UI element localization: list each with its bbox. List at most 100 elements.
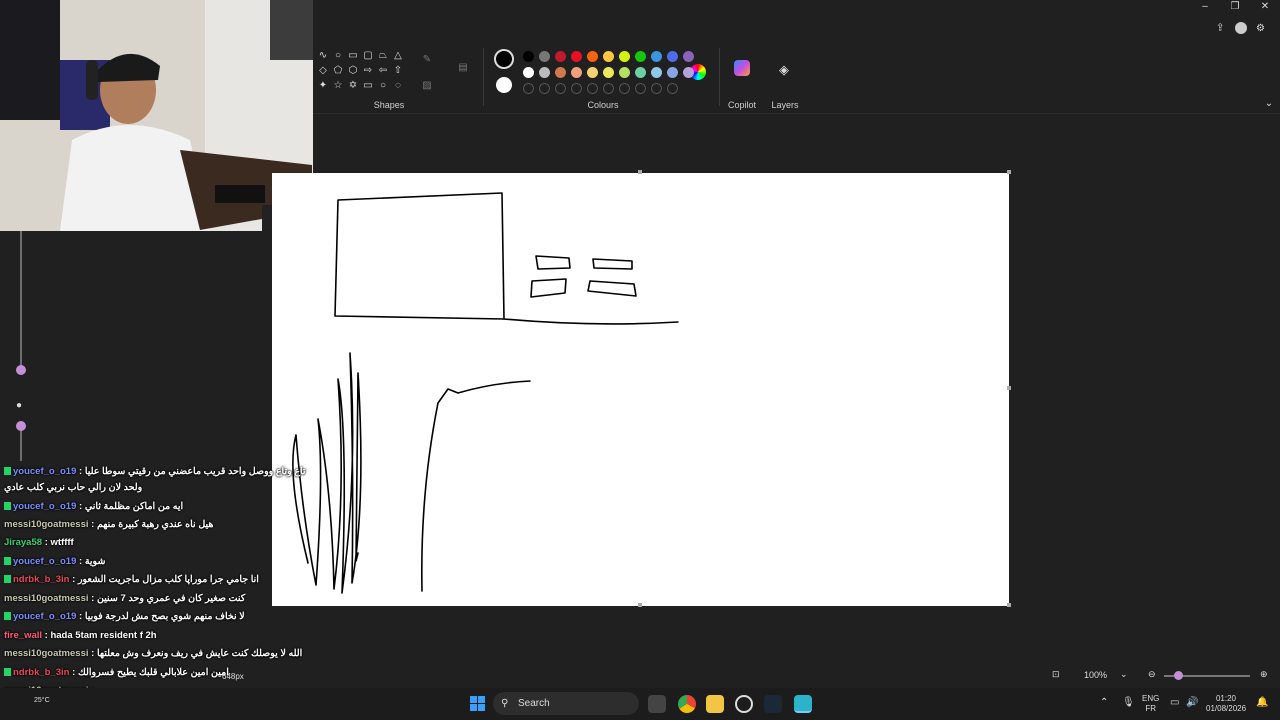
fill-icon[interactable]: ▨ <box>421 80 433 92</box>
steam-icon[interactable] <box>764 695 782 713</box>
zoom-level[interactable]: 100% <box>1084 670 1107 680</box>
search-input[interactable]: ⚲ Search <box>493 692 639 715</box>
slider-thumb[interactable] <box>16 365 26 375</box>
obs-icon[interactable] <box>735 695 753 713</box>
microphone-icon[interactable]: 🎙 <box>1122 697 1135 708</box>
custom-color-slot[interactable] <box>635 83 646 94</box>
oval-shape-icon[interactable]: ○ <box>332 50 344 62</box>
star5-shape-icon[interactable]: ☆ <box>332 80 344 92</box>
callout-rect-shape-icon[interactable]: ▭ <box>362 80 374 92</box>
diamond-shape-icon[interactable]: ◇ <box>317 65 329 77</box>
copilot-icon[interactable] <box>734 60 750 76</box>
custom-color-slot[interactable] <box>587 83 598 94</box>
chat-username[interactable]: messi10goatmessi <box>4 648 91 659</box>
expand-ribbon-icon[interactable]: ⌄ <box>1263 98 1275 110</box>
paint-taskbar-icon[interactable] <box>794 695 812 713</box>
zoom-out-icon[interactable]: ⊖ <box>1148 669 1156 680</box>
language-indicator[interactable]: ENG FR <box>1142 694 1159 714</box>
hexagon-shape-icon[interactable]: ⬡ <box>347 65 359 77</box>
color-swatch[interactable] <box>667 67 678 78</box>
resize-handle[interactable] <box>1007 386 1011 390</box>
custom-color-slot[interactable] <box>603 83 614 94</box>
callout-oval-shape-icon[interactable]: ○ <box>377 80 389 92</box>
chat-username[interactable]: fire_wall <box>4 630 45 641</box>
custom-color-slot[interactable] <box>539 83 550 94</box>
color-swatch[interactable] <box>555 51 566 62</box>
polygon-shape-icon[interactable]: ⏢ <box>377 50 389 62</box>
pentagon-shape-icon[interactable]: ⬠ <box>332 65 344 77</box>
secondary-color-swatch[interactable] <box>496 77 512 93</box>
shapes-gallery[interactable]: ∿ ○ ▭ ▢ ⏢ △ ◇ ⬠ ⬡ ⇨ ⇦ ⇧ ✦ ☆ ✡ ▭ ○ ◌ <box>317 50 403 96</box>
color-swatch[interactable] <box>587 51 598 62</box>
color-swatch[interactable] <box>651 67 662 78</box>
color-swatch[interactable] <box>539 67 550 78</box>
layers-icon[interactable]: ◈ <box>778 63 790 76</box>
color-swatch[interactable] <box>587 67 598 78</box>
color-swatch[interactable] <box>619 51 630 62</box>
color-swatch[interactable] <box>683 51 694 62</box>
chat-username[interactable]: youcef_o_o19 <box>13 611 79 622</box>
color-swatch[interactable] <box>651 51 662 62</box>
restore-icon[interactable]: ❐ <box>1220 0 1250 14</box>
star6-shape-icon[interactable]: ✡ <box>347 80 359 92</box>
start-icon[interactable] <box>470 696 485 711</box>
close-icon[interactable]: ✕ <box>1250 0 1280 14</box>
color-swatch[interactable] <box>571 67 582 78</box>
arrow-right-shape-icon[interactable]: ⇨ <box>362 65 374 77</box>
triangle-shape-icon[interactable]: △ <box>392 50 404 62</box>
chat-username[interactable]: youcef_o_o19 <box>13 501 79 512</box>
opacity-thumb[interactable] <box>16 421 26 431</box>
color-swatch[interactable] <box>571 51 582 62</box>
custom-color-slot[interactable] <box>523 83 534 94</box>
star4-shape-icon[interactable]: ✦ <box>317 80 329 92</box>
resize-handle[interactable] <box>638 603 642 607</box>
chat-username[interactable]: ndrbk_b_3in <box>13 574 72 585</box>
color-swatch[interactable] <box>523 67 534 78</box>
color-swatch[interactable] <box>555 67 566 78</box>
chat-username[interactable]: messi10goatmessi <box>4 519 91 530</box>
share-icon[interactable]: ⇪ <box>1216 23 1224 34</box>
chat-username[interactable]: messi10goatmessi <box>4 593 91 604</box>
custom-color-slot[interactable] <box>667 83 678 94</box>
color-swatch[interactable] <box>619 67 630 78</box>
notification-icon[interactable]: 🔔 <box>1256 697 1268 708</box>
drawing-canvas[interactable] <box>272 173 1009 606</box>
custom-color-slot[interactable] <box>619 83 630 94</box>
custom-color-slot[interactable] <box>555 83 566 94</box>
rectangle-shape-icon[interactable]: ▭ <box>347 50 359 62</box>
color-swatch[interactable] <box>635 51 646 62</box>
settings-icon[interactable]: ⚙ <box>1256 23 1265 34</box>
brush-size-slider[interactable]: ● <box>0 231 42 471</box>
resize-handle[interactable] <box>1007 170 1011 174</box>
chat-username[interactable]: Jiraya58 <box>4 537 45 548</box>
tray-overflow-icon[interactable]: ⌃ <box>1100 697 1108 708</box>
chrome-icon[interactable] <box>678 695 696 713</box>
rounded-rect-shape-icon[interactable]: ▢ <box>362 50 374 62</box>
shape-options-icon[interactable]: ▤ <box>457 62 469 74</box>
file-explorer-icon[interactable] <box>706 695 724 713</box>
color-swatch[interactable] <box>539 51 550 62</box>
chat-username[interactable]: ndrbk_b_3in <box>13 667 72 678</box>
custom-color-slot[interactable] <box>651 83 662 94</box>
network-icon[interactable]: ▭ <box>1170 697 1179 708</box>
zoom-slider-thumb[interactable] <box>1174 671 1183 680</box>
color-swatch[interactable] <box>667 51 678 62</box>
arrow-up-shape-icon[interactable]: ⇧ <box>392 65 404 77</box>
arrow-left-shape-icon[interactable]: ⇦ <box>377 65 389 77</box>
zoom-in-icon[interactable]: ⊕ <box>1260 669 1268 680</box>
account-avatar[interactable] <box>1235 22 1248 34</box>
color-swatch[interactable] <box>523 51 534 62</box>
chat-username[interactable]: youcef_o_o19 <box>13 466 79 477</box>
custom-color-slot[interactable] <box>571 83 582 94</box>
minimize-icon[interactable]: – <box>1190 0 1220 14</box>
outline-icon[interactable]: ✎ <box>421 54 433 66</box>
color-swatch[interactable] <box>683 67 694 78</box>
fit-screen-icon[interactable]: ⊡ <box>1052 669 1060 680</box>
volume-icon[interactable]: 🔊 <box>1186 697 1198 708</box>
resize-handle[interactable] <box>638 170 642 174</box>
callout-cloud-shape-icon[interactable]: ◌ <box>392 80 404 92</box>
color-swatch[interactable] <box>635 67 646 78</box>
chat-username[interactable]: youcef_o_o19 <box>13 556 79 567</box>
zoom-dropdown-icon[interactable]: ⌄ <box>1120 669 1128 680</box>
task-view-icon[interactable] <box>648 695 666 713</box>
